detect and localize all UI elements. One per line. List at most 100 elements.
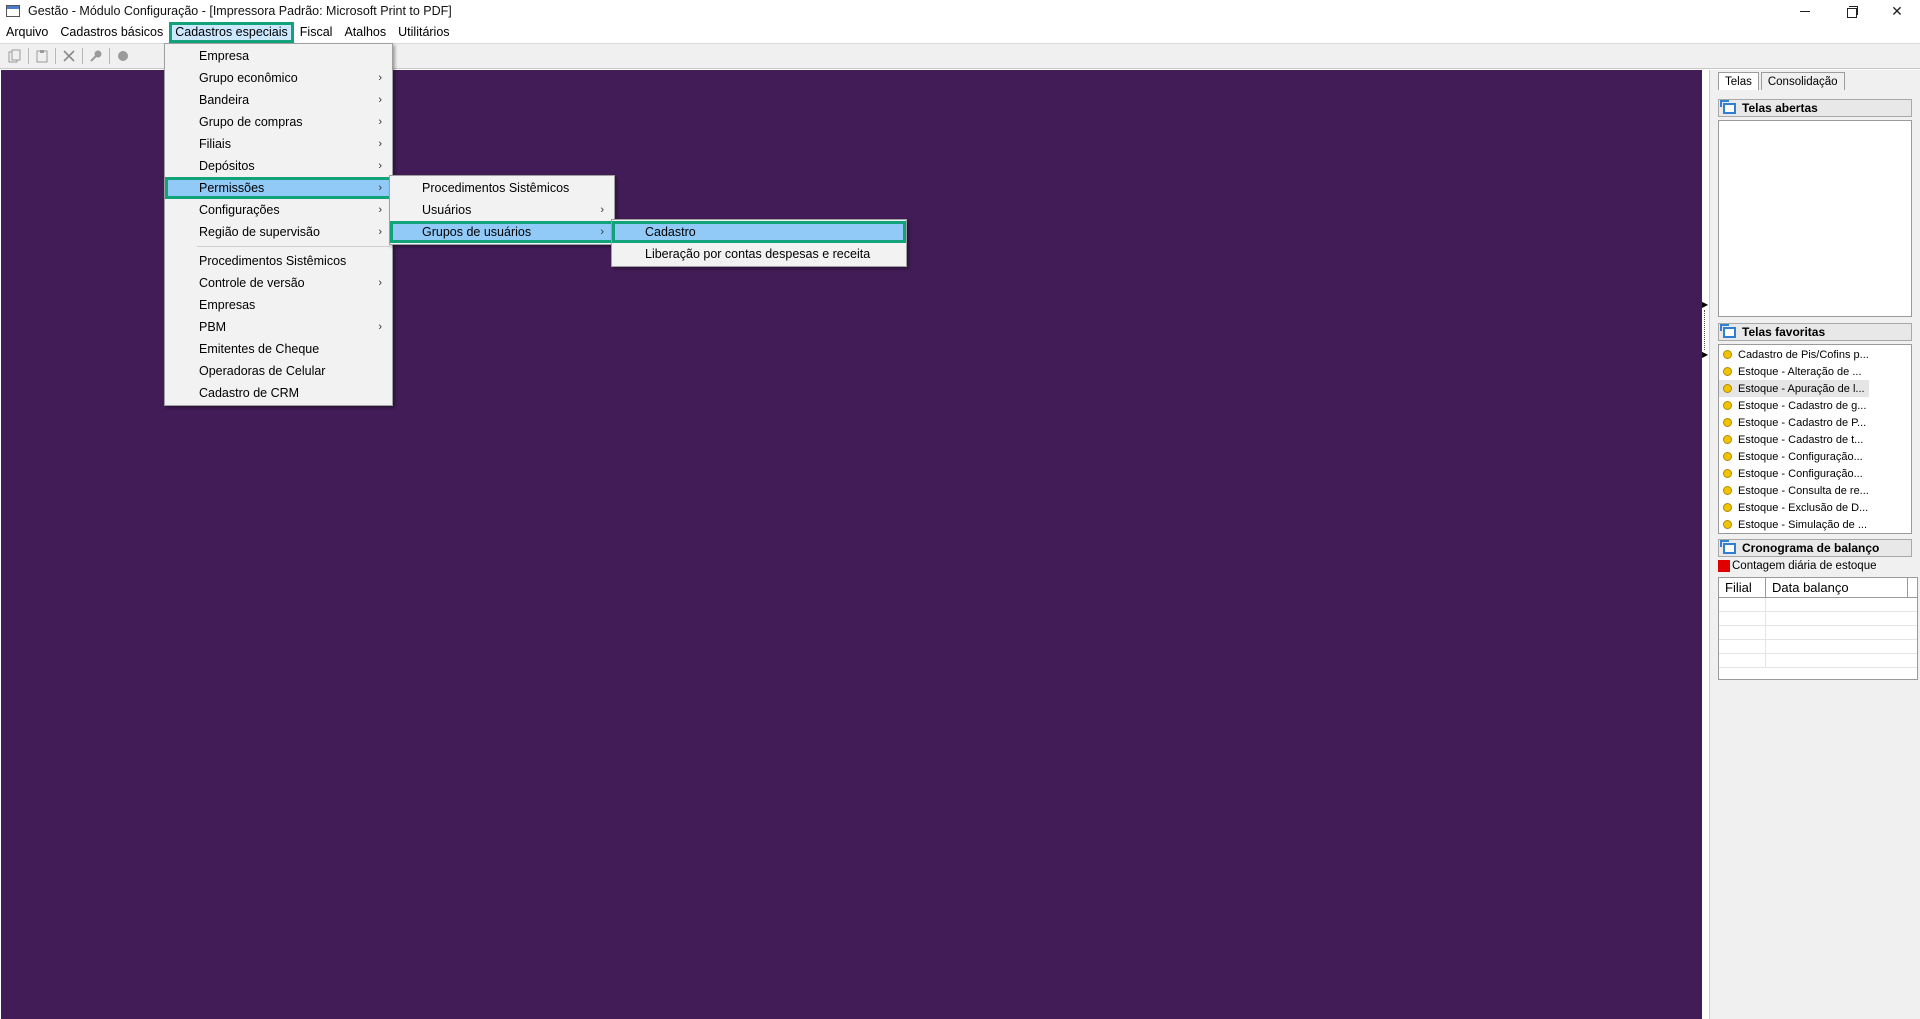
tab-telas[interactable]: Telas <box>1718 72 1759 90</box>
submenu-item-grupos-de-usuarios[interactable]: Grupos de usuários › <box>390 221 614 243</box>
favorite-item[interactable]: Estoque - Configuração... <box>1719 465 1911 482</box>
submenu-item-liberacao-por-contas-despesas-e-receita[interactable]: Liberação por contas despesas e receita <box>612 243 906 265</box>
grupos-de-usuarios-submenu: Cadastro Liberação por contas despesas e … <box>611 219 907 267</box>
chevron-right-icon: › <box>378 204 382 216</box>
submenu-item-procedimentos-sistemicos[interactable]: Procedimentos Sistêmicos <box>390 177 614 199</box>
menu-item-label: Procedimentos Sistêmicos <box>422 181 570 195</box>
favorite-item[interactable]: Cadastro de Pis/Cofins p... <box>1719 346 1911 363</box>
collapse-arrow-icon[interactable]: ▶ <box>1702 300 1709 310</box>
menu-item-label: Grupos de usuários <box>422 225 532 239</box>
menu-arquivo[interactable]: Arquivo <box>0 22 54 43</box>
favorite-item-label: Estoque - Configuração... <box>1738 450 1863 463</box>
cadastros-especiais-menu: Empresa Grupo econômico › Bandeira › Grupo de… <box>164 43 393 406</box>
menu-separator <box>197 246 390 247</box>
record-icon[interactable] <box>112 46 134 66</box>
favorites-list: Cadastro de Pis/Cofins p... Estoque - Alt… <box>1718 344 1912 534</box>
menu-fiscal[interactable]: Fiscal <box>294 22 339 43</box>
favorite-bullet-icon <box>1723 367 1732 376</box>
balance-schedule-title: Cronograma de balanço <box>1742 541 1880 555</box>
balance-schedule-header: Cronograma de balanço <box>1718 539 1912 557</box>
restore-button[interactable] <box>1828 0 1874 22</box>
favorite-item[interactable]: Estoque - Configuração... <box>1719 448 1911 465</box>
menu-item-cadastro-de-crm[interactable]: Cadastro de CRM <box>165 382 392 404</box>
favorite-item[interactable]: Estoque - Cadastro de P... <box>1719 414 1911 431</box>
menu-item-permissoes[interactable]: Permissões › <box>165 177 392 199</box>
submenu-item-usuarios[interactable]: Usuários › <box>390 199 614 221</box>
open-screens-header: Telas abertas <box>1718 99 1912 117</box>
favorite-item[interactable]: Estoque - Consulta de re... <box>1719 482 1911 499</box>
favorite-item[interactable]: Estoque - Cadastro de g... <box>1719 397 1911 414</box>
expand-arrow-icon[interactable]: ▶ <box>1702 350 1709 360</box>
minimize-button[interactable] <box>1782 0 1828 22</box>
chevron-right-icon: › <box>378 138 382 150</box>
menu-cadastros-especiais[interactable]: Cadastros especiais <box>169 22 294 43</box>
windows-icon <box>1720 323 1736 338</box>
favorite-item[interactable]: Estoque - Apuração de l... <box>1719 380 1869 397</box>
menu-item-label: Controle de versão <box>199 276 305 290</box>
delete-icon[interactable] <box>58 46 80 66</box>
menu-item-grupo-economico[interactable]: Grupo econômico › <box>165 67 392 89</box>
panel-tabs: Telas Consolidação <box>1718 72 1847 90</box>
favorite-bullet-icon <box>1723 520 1732 529</box>
column-header-data-balanco[interactable]: Data balanço <box>1766 578 1908 597</box>
chevron-right-icon: › <box>600 204 604 216</box>
window-title: Gestão - Módulo Configuração - [Impresso… <box>28 4 452 18</box>
menu-item-procedimentos-sistemicos[interactable]: Procedimentos Sistêmicos <box>165 250 392 272</box>
copy-icon[interactable] <box>4 46 26 66</box>
balance-grid[interactable]: Filial Data balanço <box>1718 577 1918 680</box>
permissoes-submenu: Procedimentos Sistêmicos Usuários › Grupos … <box>389 175 615 245</box>
menu-cadastros-basicos[interactable]: Cadastros básicos <box>54 22 169 43</box>
favorite-item-label: Estoque - Alteração de ... <box>1738 365 1862 378</box>
submenu-item-cadastro[interactable]: Cadastro <box>612 221 906 243</box>
favorite-item-label: Estoque - Simulação de ... <box>1738 518 1868 531</box>
favorite-bullet-icon <box>1723 469 1732 478</box>
menu-item-label: Grupo econômico <box>199 71 298 85</box>
key-icon[interactable] <box>85 46 107 66</box>
favorite-item[interactable]: Estoque - Exclusão de D... <box>1719 499 1911 516</box>
menu-atalhos[interactable]: Atalhos <box>338 22 392 43</box>
menu-item-configuracoes[interactable]: Configurações › <box>165 199 392 221</box>
menu-item-depositos[interactable]: Depósitos › <box>165 155 392 177</box>
title-bar: Gestão - Módulo Configuração - [Impresso… <box>0 0 1920 22</box>
menu-item-label: Grupo de compras <box>199 115 303 129</box>
toolbar-separator <box>82 48 83 64</box>
favorite-item[interactable]: Estoque - Cadastro de t... <box>1719 431 1911 448</box>
menu-item-pbm[interactable]: PBM › <box>165 316 392 338</box>
menu-bar: Arquivo Cadastros básicos Cadastros espe… <box>0 22 1920 43</box>
menu-item-label: Cadastro <box>645 225 696 239</box>
toolbar-separator <box>28 48 29 64</box>
menu-item-empresa[interactable]: Empresa <box>165 45 392 67</box>
favorite-bullet-icon <box>1723 503 1732 512</box>
tab-consolidacao[interactable]: Consolidação <box>1760 72 1845 90</box>
chevron-right-icon: › <box>378 94 382 106</box>
favorite-bullet-icon <box>1723 401 1732 410</box>
menu-item-emitentes-de-cheque[interactable]: Emitentes de Cheque <box>165 338 392 360</box>
legend-color-swatch <box>1718 560 1730 572</box>
menu-item-empresas[interactable]: Empresas <box>165 294 392 316</box>
chevron-right-icon: › <box>378 72 382 84</box>
menu-item-label: Configurações <box>199 203 280 217</box>
menu-item-label: Cadastro de CRM <box>199 386 300 400</box>
menu-item-bandeira[interactable]: Bandeira › <box>165 89 392 111</box>
favorite-item-label: Estoque - Cadastro de P... <box>1738 416 1867 429</box>
menu-item-controle-de-versao[interactable]: Controle de versão › <box>165 272 392 294</box>
menu-item-label: Liberação por contas despesas e receita <box>645 247 871 261</box>
favorite-item[interactable]: Estoque - Simulação de ... <box>1719 516 1911 533</box>
favorite-bullet-icon <box>1723 384 1732 393</box>
menu-item-filiais[interactable]: Filiais › <box>165 133 392 155</box>
close-button[interactable]: ✕ <box>1874 0 1920 22</box>
favorite-item[interactable]: Estoque - Alteração de ... <box>1719 363 1911 380</box>
legend-label: Contagem diária de estoque <box>1732 560 1877 572</box>
menu-item-grupo-de-compras[interactable]: Grupo de compras › <box>165 111 392 133</box>
menu-item-regiao-de-supervisao[interactable]: Região de supervisão › <box>165 221 392 243</box>
paste-icon[interactable] <box>31 46 53 66</box>
table-row <box>1719 612 1917 626</box>
column-header-filial[interactable]: Filial <box>1719 578 1766 597</box>
panel-splitter[interactable]: ▶ ▶ <box>1702 300 1709 370</box>
menu-utilitarios[interactable]: Utilitários <box>392 22 455 43</box>
open-screens-list[interactable] <box>1718 120 1912 317</box>
favorite-item-label: Cadastro de Pis/Cofins p... <box>1738 348 1869 361</box>
menu-item-operadoras-de-celular[interactable]: Operadoras de Celular <box>165 360 392 382</box>
menu-item-label: Operadoras de Celular <box>199 364 326 378</box>
favorite-item-label: Estoque - Configuração... <box>1738 467 1863 480</box>
